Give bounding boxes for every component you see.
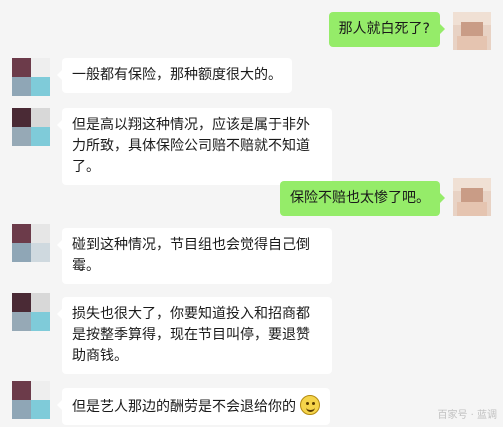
avatar[interactable] [12,58,50,96]
message-row: 碰到这种情况，节目组也会觉得自己倒霉。 [0,224,503,284]
watermark: 百家号 · 蓝调 [437,410,497,421]
avatar[interactable] [12,108,50,146]
smile-emoji-icon [300,395,320,415]
message-bubble-incoming[interactable]: 碰到这种情况，节目组也会觉得自己倒霉。 [57,228,332,284]
avatar[interactable] [12,381,50,419]
message-row: 保险不赔也太惨了吧。 [0,178,503,224]
message-row: 损失也很大了，你要知道投入和招商都是按整季算得，现在节目叫停，要退赞助商钱。 [0,293,503,374]
message-text: 损失也很大了，你要知道投入和招商都是按整季算得，现在节目叫停，要退赞助商钱。 [72,306,310,364]
message-row: 但是艺人那边的酬劳是不会退给你的 [0,381,503,427]
message-text: 碰到这种情况，节目组也会觉得自己倒霉。 [72,237,310,274]
message-text: 一般都有保险，那种额度很大的。 [72,67,282,83]
message-row: 一般都有保险，那种额度很大的。 [0,58,503,104]
message-bubble-outgoing[interactable]: 那人就白死了? [328,12,446,47]
message-row: 那人就白死了? [0,12,503,58]
avatar[interactable] [12,293,50,331]
message-bubble-incoming[interactable]: 损失也很大了，你要知道投入和招商都是按整季算得，现在节目叫停，要退赞助商钱。 [57,297,332,374]
avatar[interactable] [12,224,50,262]
avatar[interactable] [453,178,491,216]
message-bubble-incoming[interactable]: 但是高以翔这种情况，应该是属于非外力所致，具体保险公司赔不赔就不知道了。 [57,108,332,185]
message-text: 保险不赔也太惨了吧。 [290,190,430,206]
avatar[interactable] [453,12,491,50]
message-text: 但是艺人那边的酬劳是不会退给你的 [72,399,296,415]
message-text: 那人就白死了? [338,21,430,37]
message-bubble-incoming[interactable]: 但是艺人那边的酬劳是不会退给你的 [57,388,330,425]
message-text: 但是高以翔这种情况，应该是属于非外力所致，具体保险公司赔不赔就不知道了。 [72,117,310,175]
message-row: 但是高以翔这种情况，应该是属于非外力所致，具体保险公司赔不赔就不知道了。 [0,108,503,185]
message-bubble-outgoing[interactable]: 保险不赔也太惨了吧。 [280,181,445,216]
message-bubble-incoming[interactable]: 一般都有保险，那种额度很大的。 [57,58,292,93]
